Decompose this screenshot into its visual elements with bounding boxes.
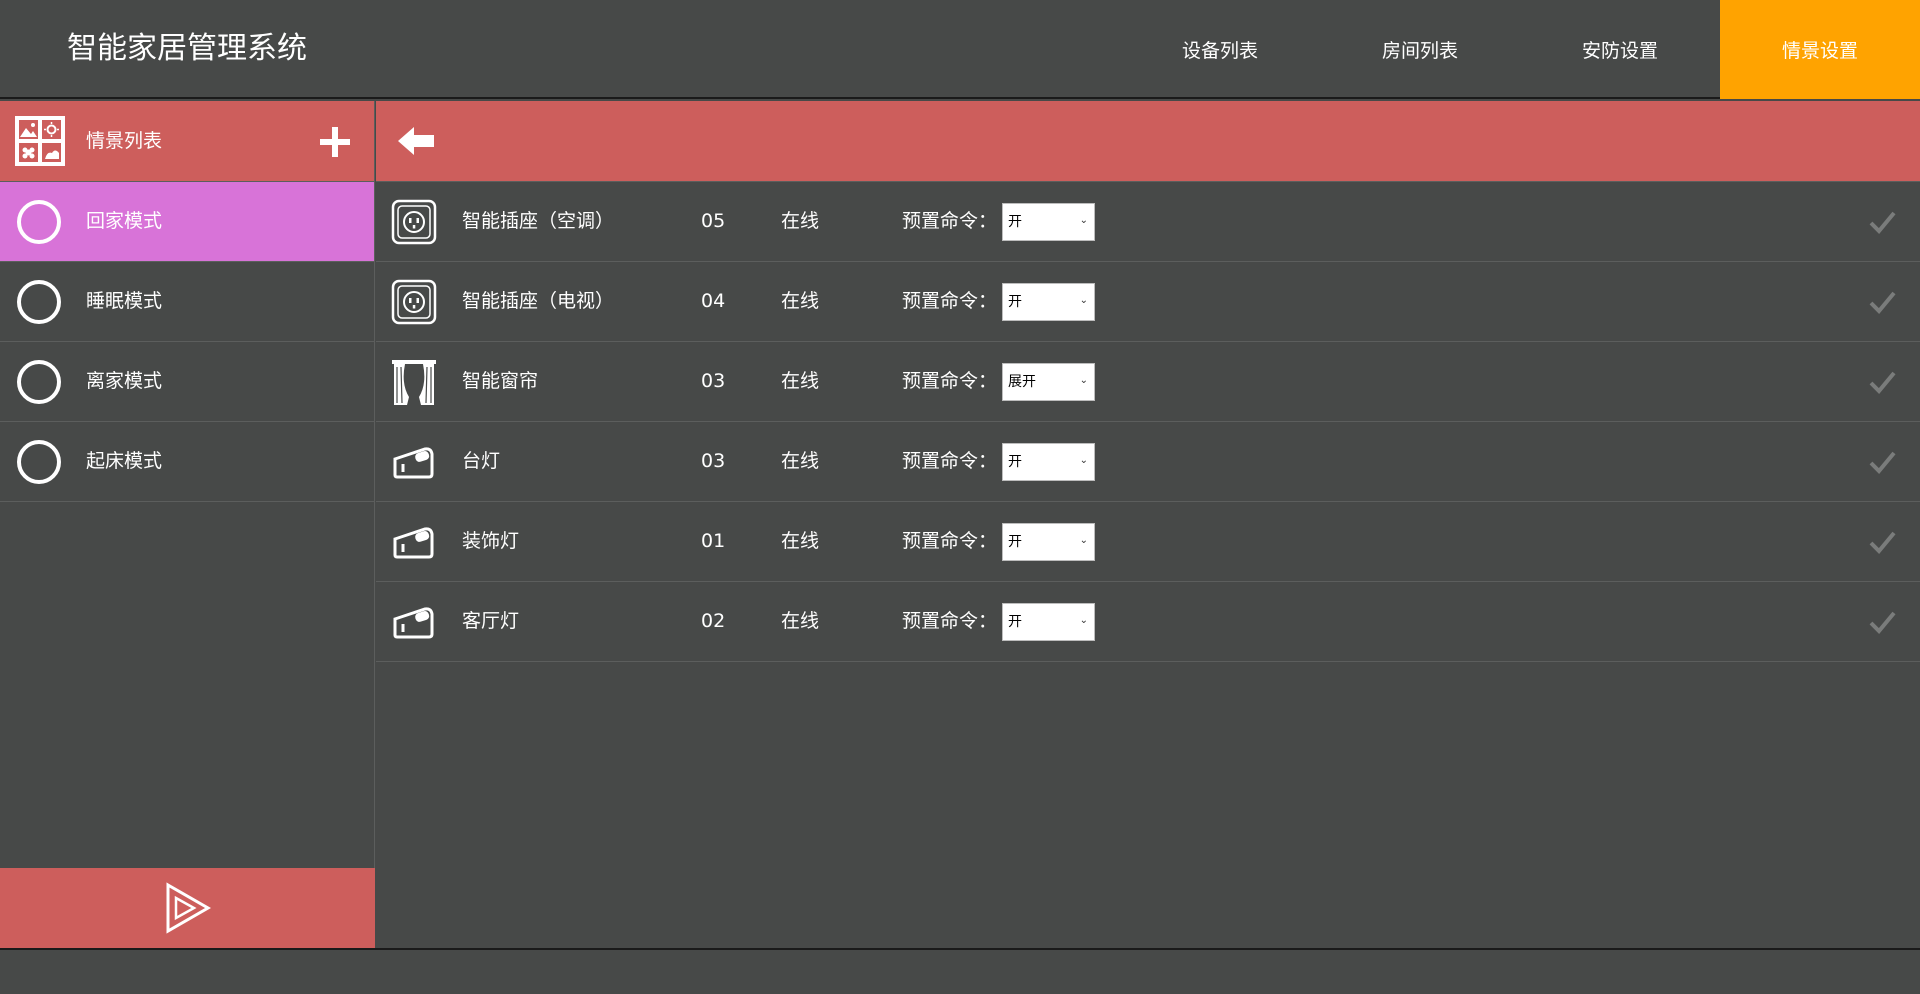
socket-icon xyxy=(391,199,437,245)
device-name: 台灯 xyxy=(462,450,501,472)
add-scene-button[interactable] xyxy=(316,123,354,161)
checkmark-icon[interactable] xyxy=(1868,208,1896,236)
device-number: 04 xyxy=(701,290,726,312)
preset-command-label: 预置命令： xyxy=(902,450,998,472)
device-row: 智能窗帘 03 在线 预置命令： 展开 ⌄ xyxy=(376,342,1920,422)
scene-detail-panel: 智能插座（空调） 05 在线 预置命令： 开 ⌄ 智能插座（电视） 04 在线 … xyxy=(376,101,1920,948)
top-header: 智能家居管理系统 设备列表 房间列表 安防设置 情景设置 xyxy=(0,0,1920,99)
scene-label: 睡眠模式 xyxy=(86,290,163,312)
run-scene-button[interactable] xyxy=(0,868,375,948)
select-value: 开 xyxy=(1008,454,1022,470)
socket-icon xyxy=(391,279,437,325)
preset-command-select[interactable]: 开 ⌄ xyxy=(1002,283,1095,321)
scene-label: 回家模式 xyxy=(86,210,163,232)
tab-security-settings[interactable]: 安防设置 xyxy=(1520,0,1720,99)
scene-item-home[interactable]: 回家模式 xyxy=(0,182,374,262)
device-number: 05 xyxy=(701,210,726,232)
preset-command-label: 预置命令： xyxy=(902,370,998,392)
device-number: 03 xyxy=(701,370,726,392)
device-status: 在线 xyxy=(781,210,820,232)
scene-list-icon xyxy=(15,116,65,166)
chevron-down-icon: ⌄ xyxy=(1079,615,1088,626)
tab-device-list[interactable]: 设备列表 xyxy=(1120,0,1320,99)
main-nav: 设备列表 房间列表 安防设置 情景设置 xyxy=(1120,0,1920,99)
preset-command-select[interactable]: 开 ⌄ xyxy=(1002,203,1095,241)
chevron-down-icon: ⌄ xyxy=(1079,535,1088,546)
scene-label: 离家模式 xyxy=(86,370,163,392)
checkmark-icon[interactable] xyxy=(1868,448,1896,476)
device-name: 客厅灯 xyxy=(462,610,520,632)
device-name: 智能插座（电视） xyxy=(462,290,615,312)
radio-ring-icon xyxy=(17,280,61,324)
checkmark-icon[interactable] xyxy=(1868,528,1896,556)
device-row: 台灯 03 在线 预置命令： 开 ⌄ xyxy=(376,422,1920,502)
preset-command-select[interactable]: 展开 ⌄ xyxy=(1002,363,1095,401)
checkmark-icon[interactable] xyxy=(1868,288,1896,316)
preset-command-label: 预置命令： xyxy=(902,610,998,632)
device-row: 装饰灯 01 在线 预置命令： 开 ⌄ xyxy=(376,502,1920,582)
radio-ring-icon xyxy=(17,200,61,244)
radio-ring-icon xyxy=(17,440,61,484)
checkmark-icon[interactable] xyxy=(1868,368,1896,396)
device-status: 在线 xyxy=(781,530,820,552)
select-value: 开 xyxy=(1008,214,1022,230)
device-row: 客厅灯 02 在线 预置命令： 开 ⌄ xyxy=(376,582,1920,662)
select-value: 开 xyxy=(1008,534,1022,550)
switch-icon xyxy=(393,447,434,479)
sidebar-title: 情景列表 xyxy=(86,130,163,152)
device-name: 智能插座（空调） xyxy=(462,210,615,232)
preset-command-label: 预置命令： xyxy=(902,210,998,232)
chevron-down-icon: ⌄ xyxy=(1079,455,1088,466)
radio-ring-icon xyxy=(17,360,61,404)
chevron-down-icon: ⌄ xyxy=(1079,215,1088,226)
scene-item-away[interactable]: 离家模式 xyxy=(0,342,374,422)
scene-item-sleep[interactable]: 睡眠模式 xyxy=(0,262,374,342)
device-status: 在线 xyxy=(781,450,820,472)
scene-sidebar: 情景列表 回家模式 睡眠模式 离家模式 起床模式 xyxy=(0,101,375,948)
preset-command-label: 预置命令： xyxy=(902,290,998,312)
detail-header xyxy=(376,101,1920,182)
device-name: 装饰灯 xyxy=(462,530,520,552)
device-row: 智能插座（电视） 04 在线 预置命令： 开 ⌄ xyxy=(376,262,1920,342)
device-number: 03 xyxy=(701,450,726,472)
sidebar-header: 情景列表 xyxy=(0,101,374,182)
chevron-down-icon: ⌄ xyxy=(1079,375,1088,386)
device-row: 智能插座（空调） 05 在线 预置命令： 开 ⌄ xyxy=(376,182,1920,262)
select-value: 开 xyxy=(1008,294,1022,310)
device-status: 在线 xyxy=(781,610,820,632)
scene-label: 起床模式 xyxy=(86,450,163,472)
preset-command-select[interactable]: 开 ⌄ xyxy=(1002,443,1095,481)
select-value: 展开 xyxy=(1008,374,1036,390)
scene-item-wake[interactable]: 起床模式 xyxy=(0,422,374,502)
preset-command-select[interactable]: 开 ⌄ xyxy=(1002,603,1095,641)
checkmark-icon[interactable] xyxy=(1868,608,1896,636)
preset-command-select[interactable]: 开 ⌄ xyxy=(1002,523,1095,561)
play-icon xyxy=(166,882,211,934)
device-number: 02 xyxy=(701,610,726,632)
device-name: 智能窗帘 xyxy=(462,370,539,392)
device-status: 在线 xyxy=(781,290,820,312)
device-status: 在线 xyxy=(781,370,820,392)
tab-scene-settings[interactable]: 情景设置 xyxy=(1720,0,1920,99)
switch-icon xyxy=(393,607,434,639)
device-number: 01 xyxy=(701,530,726,552)
app-title: 智能家居管理系统 xyxy=(67,31,307,66)
select-value: 开 xyxy=(1008,614,1022,630)
back-arrow-icon[interactable] xyxy=(396,125,436,157)
preset-command-label: 预置命令： xyxy=(902,530,998,552)
switch-icon xyxy=(393,527,434,559)
curtain-icon xyxy=(392,360,436,405)
chevron-down-icon: ⌄ xyxy=(1079,295,1088,306)
bottom-bar xyxy=(0,948,1920,994)
tab-room-list[interactable]: 房间列表 xyxy=(1320,0,1520,99)
